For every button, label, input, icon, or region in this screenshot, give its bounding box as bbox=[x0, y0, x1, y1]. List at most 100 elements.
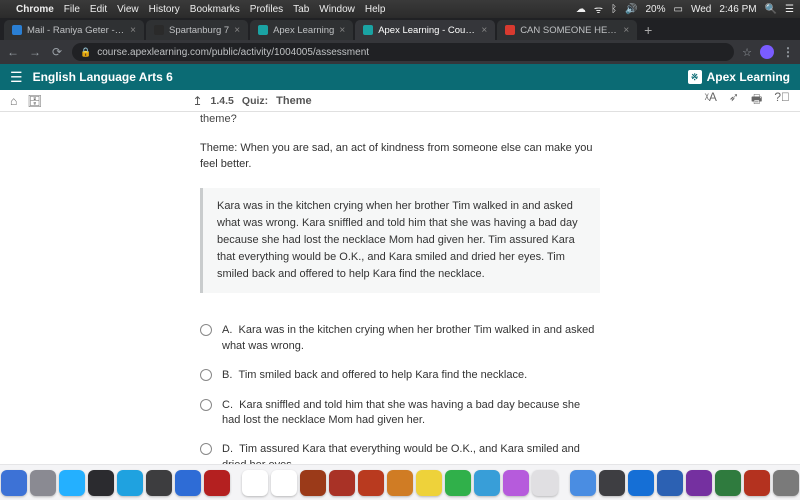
briefcase-icon[interactable]: 🗄 bbox=[27, 94, 42, 108]
dock-app[interactable] bbox=[271, 470, 297, 496]
favicon-icon bbox=[363, 25, 373, 35]
dock-app[interactable] bbox=[242, 470, 268, 496]
dock-app[interactable] bbox=[744, 470, 770, 496]
dock-app[interactable] bbox=[532, 470, 558, 496]
dock-app[interactable] bbox=[387, 470, 413, 496]
dock-app[interactable] bbox=[358, 470, 384, 496]
bookmark-star-icon[interactable]: ☆ bbox=[742, 46, 752, 59]
control-center-icon[interactable]: ☰ bbox=[785, 4, 794, 15]
radio-icon[interactable] bbox=[200, 369, 212, 381]
new-tab-button[interactable]: + bbox=[639, 20, 657, 40]
answer-choice[interactable]: D. Tim assured Kara that everything woul… bbox=[200, 442, 600, 464]
forward-button[interactable]: → bbox=[28, 45, 42, 59]
browser-tab[interactable]: CAN SOMEONE HELP ME PLE × bbox=[497, 20, 637, 40]
browser-tab[interactable]: Apex Learning - Courses × bbox=[355, 20, 495, 40]
menubar-item[interactable]: Help bbox=[365, 4, 386, 15]
dock-app[interactable] bbox=[715, 470, 741, 496]
passage-box: Kara was in the kitchen crying when her … bbox=[200, 188, 600, 293]
dock-app[interactable] bbox=[175, 470, 201, 496]
tab-label: Apex Learning - Courses bbox=[378, 25, 476, 36]
menubar-item[interactable]: Bookmarks bbox=[190, 4, 240, 15]
brand-logo-icon: ※ bbox=[688, 70, 702, 84]
favicon-icon bbox=[12, 25, 22, 35]
mac-menubar: Chrome File Edit View History Bookmarks … bbox=[0, 0, 800, 18]
menubar-item[interactable]: View bbox=[117, 4, 139, 15]
reload-button[interactable]: ⟳ bbox=[50, 45, 64, 59]
volume-icon[interactable]: 🔊 bbox=[625, 4, 637, 15]
answer-choice[interactable]: A. Kara was in the kitchen crying when h… bbox=[200, 323, 600, 354]
browser-tab[interactable]: Spartanburg 7× bbox=[146, 20, 248, 40]
answer-choice[interactable]: B. Tim smiled back and offered to help K… bbox=[200, 368, 600, 383]
dock-app[interactable] bbox=[329, 470, 355, 496]
theme-statement: Theme: When you are sad, an act of kindn… bbox=[200, 141, 600, 172]
accessibility-icon[interactable]: ➶ bbox=[729, 90, 739, 111]
menubar-item[interactable]: Window bbox=[319, 4, 355, 15]
tab-close-icon[interactable]: × bbox=[234, 25, 240, 36]
bluetooth-icon[interactable]: ᛒ bbox=[611, 4, 617, 15]
home-icon[interactable]: ⌂ bbox=[10, 94, 17, 108]
dock-app[interactable] bbox=[88, 470, 114, 496]
tab-close-icon[interactable]: × bbox=[623, 25, 629, 36]
menubar-item[interactable]: File bbox=[64, 4, 80, 15]
battery-pct: 20% bbox=[645, 4, 665, 15]
dock-app[interactable] bbox=[445, 470, 471, 496]
menubar-app[interactable]: Chrome bbox=[16, 4, 54, 15]
dock-app[interactable] bbox=[657, 470, 683, 496]
menubar-item[interactable]: Edit bbox=[90, 4, 107, 15]
dock-app[interactable] bbox=[146, 470, 172, 496]
favicon-icon bbox=[258, 25, 268, 35]
translate-icon[interactable]: ᵡA bbox=[705, 90, 717, 111]
content-scroll[interactable]: theme? Theme: When you are sad, an act o… bbox=[0, 112, 800, 464]
browser-tab[interactable]: Mail - Raniya Geter - Outlook× bbox=[4, 20, 144, 40]
brand-text: Apex Learning bbox=[707, 70, 790, 84]
dock-app[interactable] bbox=[686, 470, 712, 496]
spotlight-icon[interactable]: 🔍 bbox=[765, 4, 777, 15]
chrome-menu-icon[interactable]: ⋮ bbox=[782, 45, 794, 59]
profile-avatar[interactable] bbox=[760, 45, 774, 59]
dock-app[interactable] bbox=[599, 470, 625, 496]
tab-close-icon[interactable]: × bbox=[339, 25, 345, 36]
dock-app[interactable] bbox=[570, 470, 596, 496]
app-header: ☰ English Language Arts 6 ※ Apex Learnin… bbox=[0, 64, 800, 90]
sequence-icon[interactable]: ↥ bbox=[192, 94, 202, 108]
menubar-item[interactable]: Profiles bbox=[250, 4, 283, 15]
help-icon[interactable]: ?⃝ bbox=[774, 90, 790, 111]
dock-app[interactable] bbox=[628, 470, 654, 496]
favicon-icon bbox=[154, 25, 164, 35]
dock-app[interactable] bbox=[416, 470, 442, 496]
dock-app[interactable] bbox=[59, 470, 85, 496]
wifi-icon[interactable]: ᯤ bbox=[594, 2, 603, 16]
dock-app[interactable] bbox=[503, 470, 529, 496]
dock-app[interactable] bbox=[773, 470, 799, 496]
hamburger-icon[interactable]: ☰ bbox=[10, 69, 23, 86]
crumb-title: Theme bbox=[276, 95, 311, 107]
menubar-item[interactable]: Tab bbox=[293, 4, 309, 15]
dock-app[interactable] bbox=[204, 470, 230, 496]
browser-tabstrip: Mail - Raniya Geter - Outlook×Spartanbur… bbox=[0, 18, 800, 40]
crumb-number: 1.4.5 bbox=[211, 95, 234, 107]
favicon-icon bbox=[505, 25, 515, 35]
tab-close-icon[interactable]: × bbox=[130, 25, 136, 36]
dock-app[interactable] bbox=[474, 470, 500, 496]
menubar-time: 2:46 PM bbox=[719, 4, 756, 15]
address-bar[interactable]: 🔒 course.apexlearning.com/public/activit… bbox=[72, 43, 734, 61]
status-icon: ☁ bbox=[576, 4, 586, 15]
menubar-item[interactable]: History bbox=[149, 4, 180, 15]
crumb-kind: Quiz: bbox=[242, 95, 268, 107]
tab-label: CAN SOMEONE HELP ME PLE bbox=[520, 25, 618, 36]
answer-choice[interactable]: C. Kara sniffled and told him that she w… bbox=[200, 398, 600, 429]
dock-app[interactable] bbox=[30, 470, 56, 496]
dock-app[interactable] bbox=[117, 470, 143, 496]
print-icon[interactable]: 🖶 bbox=[751, 90, 762, 111]
tab-close-icon[interactable]: × bbox=[481, 25, 487, 36]
back-button[interactable]: ← bbox=[6, 45, 20, 59]
dock-app[interactable] bbox=[1, 470, 27, 496]
dock-app[interactable] bbox=[300, 470, 326, 496]
url-text: course.apexlearning.com/public/activity/… bbox=[97, 47, 369, 58]
radio-icon[interactable] bbox=[200, 324, 212, 336]
browser-tab[interactable]: Apex Learning× bbox=[250, 20, 353, 40]
radio-icon[interactable] bbox=[200, 443, 212, 455]
brand[interactable]: ※ Apex Learning bbox=[688, 70, 790, 84]
menubar-day: Wed bbox=[691, 4, 711, 15]
radio-icon[interactable] bbox=[200, 399, 212, 411]
